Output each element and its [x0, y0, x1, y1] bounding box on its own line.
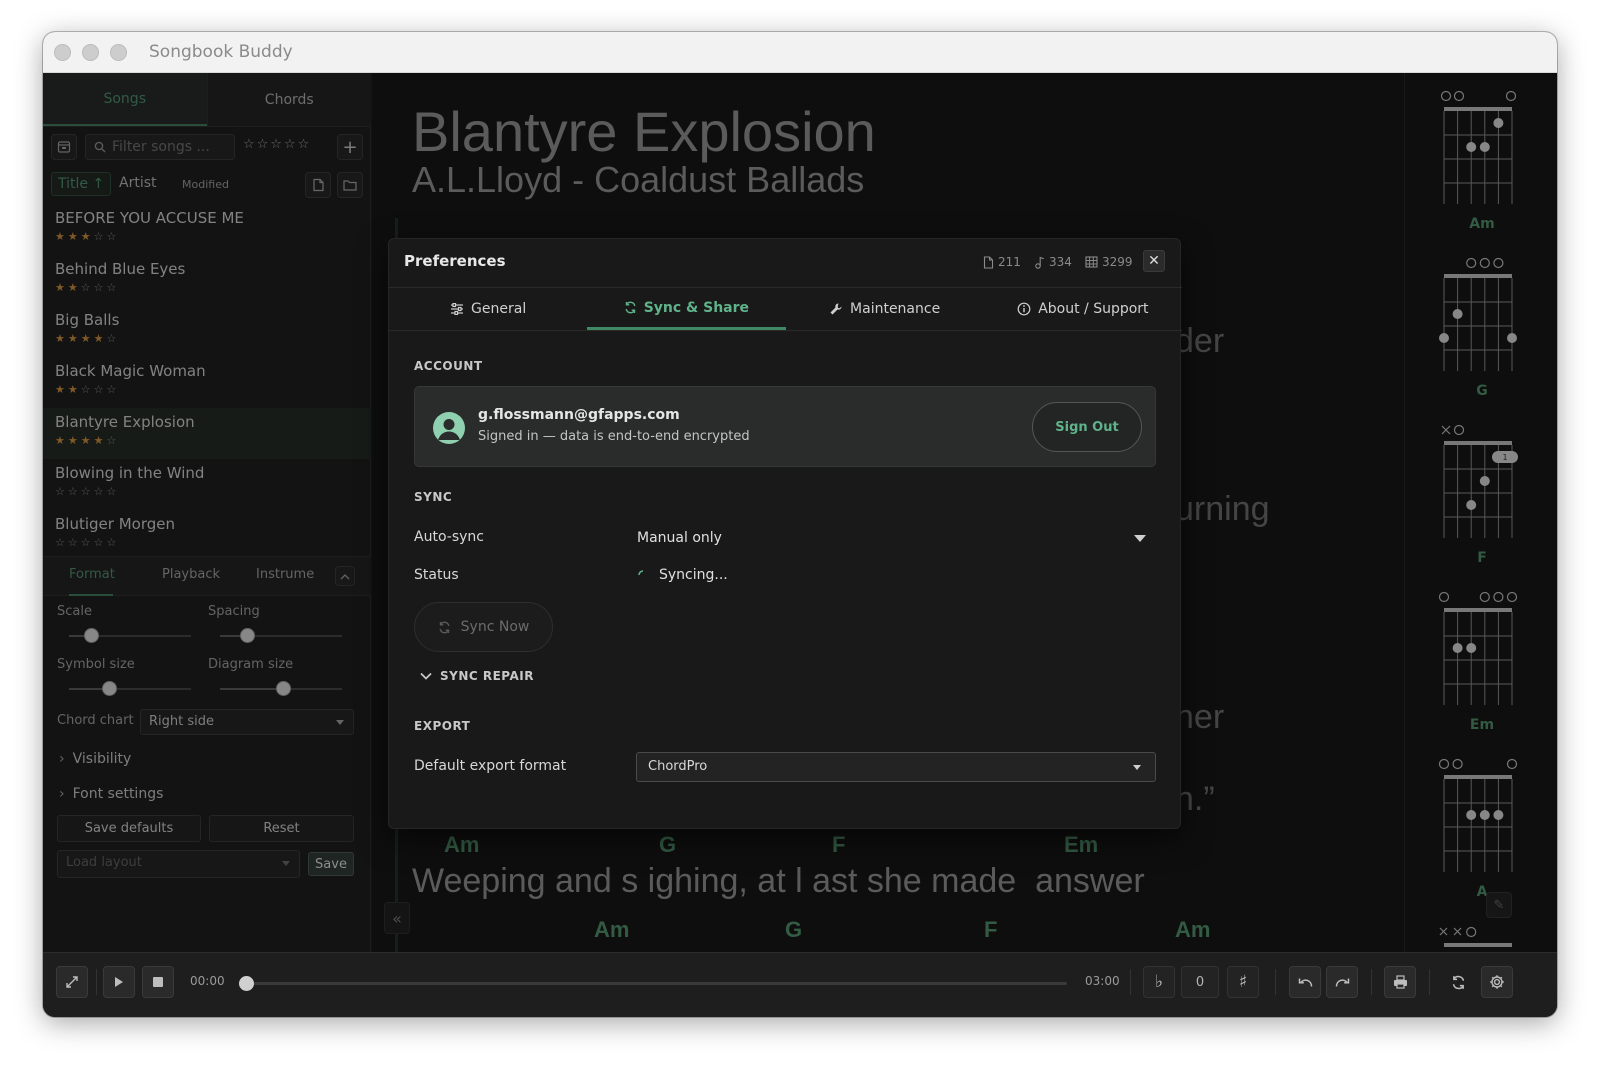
account-status: Signed in — data is end-to-end encrypted [478, 429, 750, 444]
preferences-tabs: General Sync & Share Maintenance About /… [389, 287, 1182, 331]
close-window-button[interactable] [54, 44, 71, 61]
sync-now-button[interactable]: Sync Now [414, 602, 553, 652]
stop-icon [153, 977, 163, 987]
account-email: g.flossmann@gfapps.com [478, 407, 680, 423]
chevron-down-icon [420, 672, 432, 680]
lines-count: 3299 [1085, 255, 1133, 269]
print-button[interactable] [1384, 966, 1416, 998]
transpose-value[interactable]: 0 [1181, 966, 1219, 998]
close-icon: ✕ [1148, 253, 1160, 269]
app-window: Songbook Buddy Songs Chords ☆☆☆☆☆ + Titl… [43, 32, 1557, 1017]
zoom-window-button[interactable] [110, 44, 127, 61]
spinner-icon [638, 570, 644, 576]
printer-icon [1393, 975, 1407, 989]
transpose-down-button[interactable]: ♭ [1143, 966, 1175, 998]
sync-icon [625, 301, 636, 314]
sync-status: Syncing... [637, 567, 728, 583]
chords-count: 334 [1035, 255, 1072, 269]
divider [96, 969, 97, 995]
account-heading: ACCOUNT [414, 359, 483, 373]
export-heading: EXPORT [414, 719, 471, 733]
wrench-icon [830, 303, 842, 315]
tab-maintenance[interactable]: Maintenance [786, 288, 984, 330]
undo-icon [1298, 978, 1312, 987]
play-button[interactable] [103, 966, 135, 998]
preferences-dialog: Preferences 211 334 3299 ✕ General Sync … [388, 238, 1182, 829]
total-time: 03:00 [1085, 974, 1120, 988]
divider [1429, 969, 1430, 995]
seek-handle[interactable] [239, 976, 254, 991]
minimize-window-button[interactable] [82, 44, 99, 61]
chevron-down-icon [1134, 535, 1146, 542]
sync-button[interactable] [1442, 966, 1474, 998]
chevron-down-icon [1133, 765, 1141, 770]
undo-button[interactable] [1289, 966, 1321, 998]
songs-count: 211 [983, 255, 1021, 269]
sharp-icon: ♯ [1238, 972, 1248, 992]
window-title: Songbook Buddy [149, 42, 293, 62]
avatar [433, 412, 465, 444]
auto-sync-select[interactable]: Manual only [637, 530, 1157, 552]
sign-out-button[interactable]: Sign Out [1032, 402, 1142, 452]
auto-sync-label: Auto-sync [414, 529, 484, 545]
seek-slider[interactable] [239, 976, 1067, 991]
gear-icon [1490, 975, 1504, 989]
sync-heading: SYNC [414, 490, 453, 504]
sync-icon [439, 621, 450, 633]
export-format-label: Default export format [414, 758, 567, 774]
document-icon [983, 255, 994, 269]
info-icon [1017, 302, 1031, 316]
flat-icon: ♭ [1154, 972, 1164, 992]
sync-icon [1452, 975, 1464, 989]
current-time: 00:00 [190, 974, 225, 988]
divider [1371, 969, 1372, 995]
title-bar: Songbook Buddy [43, 32, 1557, 73]
sliders-icon [451, 303, 464, 315]
settings-button[interactable] [1481, 966, 1513, 998]
redo-icon [1335, 978, 1349, 987]
tab-general[interactable]: General [389, 288, 587, 330]
redo-button[interactable] [1326, 966, 1358, 998]
tab-about-support[interactable]: About / Support [984, 288, 1182, 330]
music-note-icon [1035, 256, 1044, 269]
close-dialog-button[interactable]: ✕ [1143, 250, 1165, 272]
sync-repair-expander[interactable]: SYNC REPAIR [420, 669, 534, 683]
account-card: g.flossmann@gfapps.com Signed in — data … [414, 386, 1156, 467]
divider [1275, 969, 1276, 995]
play-icon [115, 977, 123, 987]
export-format-select[interactable]: ChordPro [636, 752, 1156, 782]
fullscreen-button[interactable] [56, 966, 88, 998]
dialog-title: Preferences [404, 252, 506, 270]
divider [1130, 969, 1131, 995]
status-label: Status [414, 567, 459, 583]
stop-button[interactable] [142, 966, 174, 998]
transpose-up-button[interactable]: ♯ [1227, 966, 1259, 998]
expand-icon [66, 976, 78, 988]
tab-sync-share[interactable]: Sync & Share [587, 288, 786, 330]
table-icon [1085, 256, 1098, 268]
transport-bar: 00:00 03:00 ♭ 0 ♯ [43, 952, 1557, 1017]
user-icon [438, 419, 460, 440]
